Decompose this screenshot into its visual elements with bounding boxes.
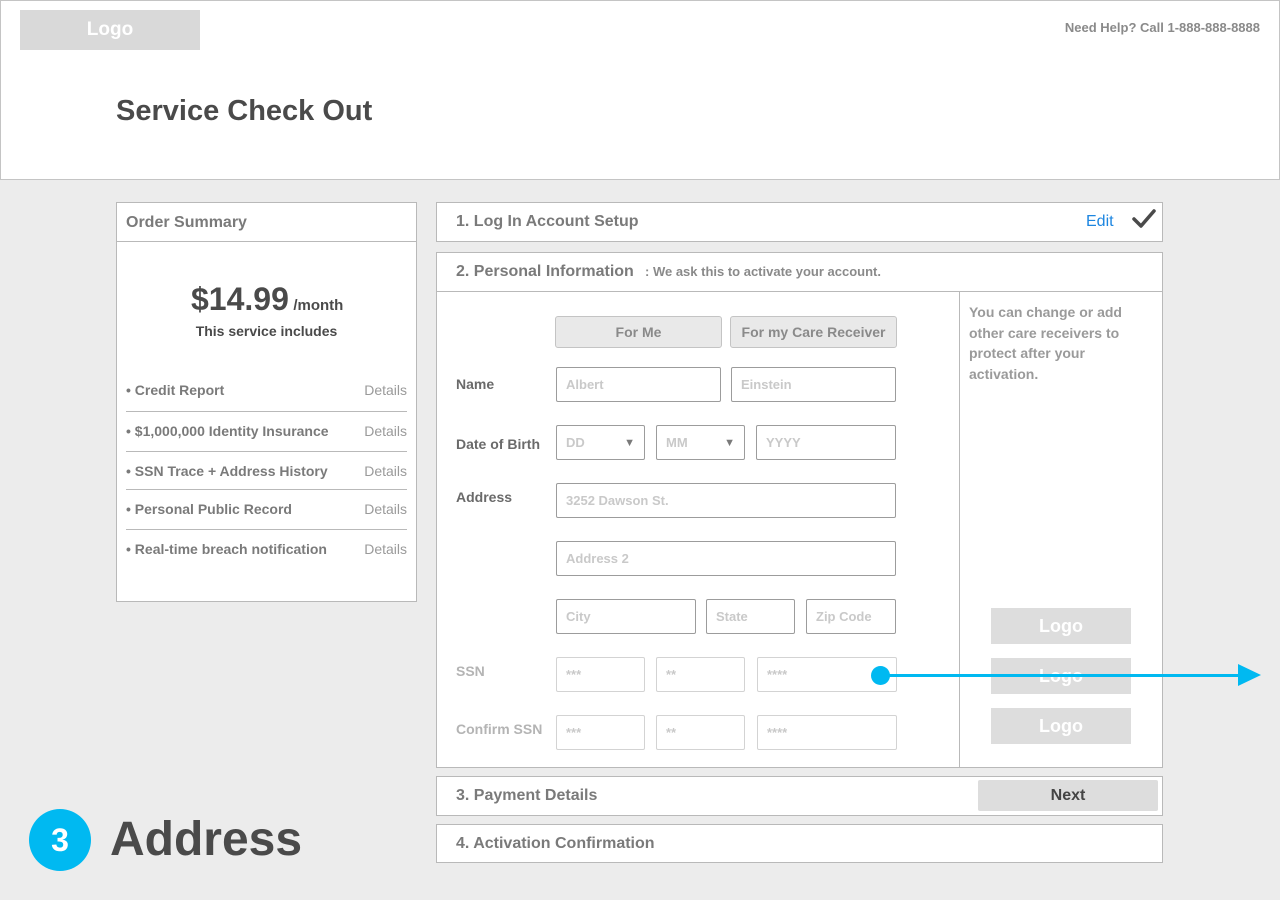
address-line1-input[interactable]: 3252 Dawson St. [556,483,896,518]
summary-item-label: • Real-time breach notification [126,540,327,557]
summary-item-label: • $1,000,000 Identity Insurance [126,422,329,439]
ssn-part2-placeholder: ** [666,667,677,682]
confirm-ssn-part1-input[interactable]: *** [556,715,645,750]
ssn-part2-input[interactable]: ** [656,657,745,692]
annotation-number-badge: 3 [29,809,91,871]
state-placeholder: State [716,609,748,624]
dob-month-placeholder: MM [666,435,688,450]
ssn-part1-placeholder: *** [566,667,582,682]
name-label: Name [456,376,495,392]
summary-item: • $1,000,000 Identity Insurance Details [126,411,407,449]
details-link[interactable]: Details [364,463,407,479]
details-link[interactable]: Details [364,501,407,517]
dob-year-placeholder: YYYY [766,435,801,450]
header-logo[interactable]: Logo [20,10,200,50]
order-summary-panel: Order Summary $14.99 /month This service… [116,202,417,602]
step-3-title: 3. Payment Details [456,787,598,804]
summary-item: • Personal Public Record Details [126,489,407,527]
dob-day-placeholder: DD [566,435,585,450]
dob-label: Date of Birth [456,436,540,452]
address-line1-placeholder: 3252 Dawson St. [566,493,669,508]
zip-input[interactable]: Zip Code [806,599,896,634]
panel-divider [437,291,1162,292]
partner-logo: Logo [991,608,1131,644]
price-amount: $14.99 [191,281,289,317]
next-button[interactable]: Next [978,780,1158,811]
city-placeholder: City [566,609,591,624]
edit-link[interactable]: Edit [1086,213,1114,231]
for-me-button[interactable]: For Me [555,316,722,348]
summary-item-label: • Personal Public Record [126,500,292,517]
step-1-title: 1. Log In Account Setup [456,213,639,230]
step-4-title: 4. Activation Confirmation [456,835,655,852]
confirm-ssn-label: Confirm SSN [456,721,543,737]
dob-year-input[interactable]: YYYY [756,425,896,460]
panel-vertical-divider [959,292,960,767]
last-name-placeholder: Einstein [741,377,792,392]
details-link[interactable]: Details [364,423,407,439]
caret-down-icon: ▼ [724,436,735,449]
price: $14.99 /month [191,281,344,318]
summary-item: • Credit Report Details [126,371,407,409]
ssn-label: SSN [456,663,485,679]
last-name-input[interactable]: Einstein [731,367,896,402]
details-link[interactable]: Details [364,541,407,557]
first-name-placeholder: Albert [566,377,604,392]
state-input[interactable]: State [706,599,795,634]
address-line2-input[interactable]: Address 2 [556,541,896,576]
help-phone: Need Help? Call 1-888-888-8888 [1064,20,1260,35]
ssn-part1-input[interactable]: *** [556,657,645,692]
price-unit: /month [293,297,344,314]
summary-item: • SSN Trace + Address History Details [126,451,407,489]
details-link[interactable]: Details [364,382,407,398]
step-2-title: 2. Personal Information [456,263,634,280]
first-name-input[interactable]: Albert [556,367,721,402]
address-label: Address [456,489,513,505]
confirm-ssn-part3-input[interactable]: **** [757,715,897,750]
annotation-arrow-line [880,674,1242,677]
address-line2-placeholder: Address 2 [566,551,629,566]
caret-down-icon: ▼ [624,436,635,449]
confirm-ssn-part2-input[interactable]: ** [656,715,745,750]
summary-item-label: • Credit Report [126,382,225,398]
for-care-receiver-button[interactable]: For my Care Receiver [730,316,897,348]
ssn-part3-placeholder: **** [767,667,788,682]
annotation-arrowhead-icon [1238,664,1261,686]
includes-label: This service includes [195,323,338,339]
step-2-note: : We ask this to activate your account. [645,264,881,279]
city-input[interactable]: City [556,599,696,634]
zip-placeholder: Zip Code [816,609,872,624]
summary-item-label: • SSN Trace + Address History [126,462,328,479]
order-summary-title: Order Summary [117,203,416,242]
care-receiver-note: You can change or add other care receive… [969,304,1122,382]
partner-logo: Logo [991,708,1131,744]
dob-day-select[interactable]: DD ▼ [556,425,645,460]
checkmark-icon [1131,206,1157,239]
annotation-dot [871,666,890,685]
annotation-label: Address [110,813,303,866]
confirm-ssn-part1-placeholder: *** [566,725,582,740]
summary-item: • Real-time breach notification Details [126,529,407,567]
confirm-ssn-part2-placeholder: ** [666,725,677,740]
confirm-ssn-part3-placeholder: **** [767,725,788,740]
dob-month-select[interactable]: MM ▼ [656,425,745,460]
page-title: Service Check Out [116,95,373,127]
